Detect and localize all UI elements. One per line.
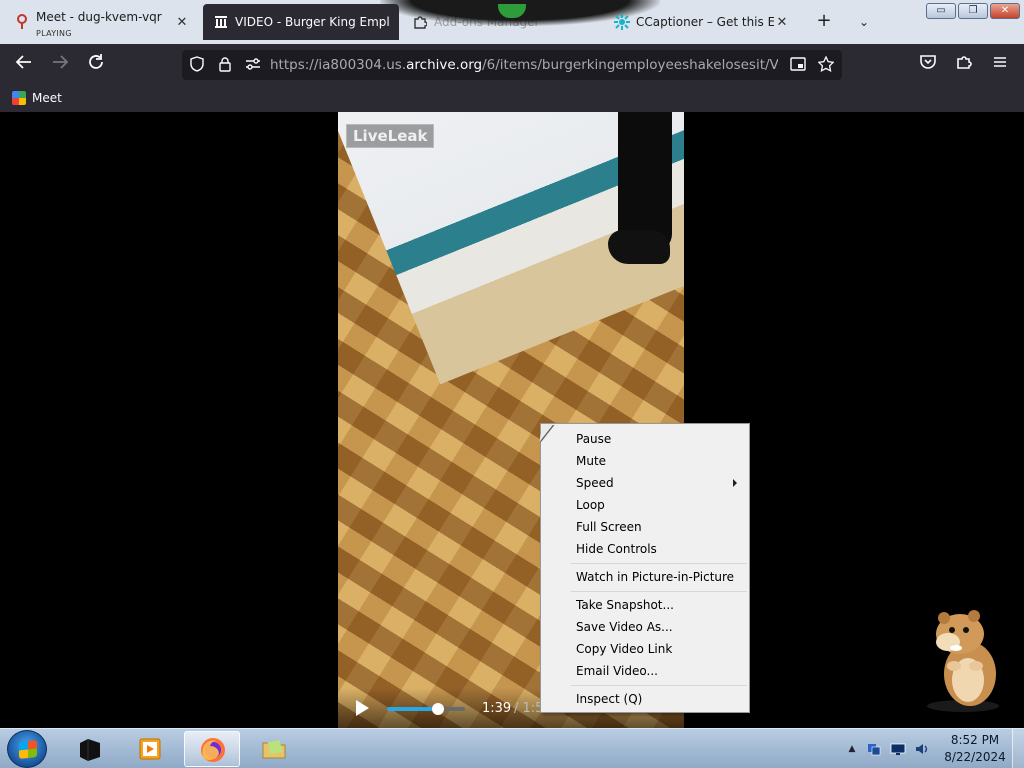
menu-separator: [571, 591, 747, 592]
tab-title: VIDEO - Burger King Emplo: [235, 15, 389, 29]
taskbar-file-explorer[interactable]: [246, 731, 302, 767]
extensions-button[interactable]: [952, 53, 976, 77]
forward-button[interactable]: [48, 53, 72, 77]
tab-ccaptioner[interactable]: CCaptioner – Get this Exten ✕: [604, 4, 800, 40]
taskbar-firefox[interactable]: [184, 731, 240, 767]
video-current-time: 1:39: [482, 701, 512, 716]
desktop: Meet - dug-kvem-vqr ✕ PLAYING VIDEO - Bu…: [0, 0, 1024, 768]
menu-item-copy-video-link[interactable]: Copy Video Link: [543, 638, 747, 660]
tab-playing-label: PLAYING: [36, 29, 72, 38]
arrow-left-icon: [15, 55, 31, 69]
display-icon[interactable]: [890, 741, 906, 757]
clock-time: 8:52 PM: [950, 733, 1000, 747]
tab-title: Meet - dug-kvem-vqr: [36, 10, 162, 24]
volume-icon[interactable]: [914, 741, 930, 757]
video-scrubber[interactable]: [387, 703, 465, 715]
menu-item-hide-controls[interactable]: Hide Controls: [543, 538, 747, 560]
windows-logo-icon: [19, 740, 37, 759]
page-content: LiveLeak 1:39 / 1:5: [0, 112, 1024, 728]
tab-strip: Meet - dug-kvem-vqr ✕ PLAYING VIDEO - Bu…: [0, 0, 1024, 44]
menu-item-mute[interactable]: Mute: [543, 450, 747, 472]
tab-video[interactable]: VIDEO - Burger King Emplo: [203, 4, 399, 40]
video-watermark: LiveLeak: [346, 124, 435, 148]
hamster-desktop-pet[interactable]: [918, 604, 1008, 714]
bookmarks-toolbar: Meet: [0, 86, 1024, 112]
menu-item-pause[interactable]: Pause: [543, 428, 747, 450]
close-tab-icon[interactable]: ✕: [174, 15, 190, 30]
bookmark-meet[interactable]: Meet: [12, 91, 62, 105]
pocket-icon: [920, 55, 936, 69]
archive-icon: [213, 14, 229, 30]
ccaptioner-icon: [614, 14, 630, 30]
menu-item-save-video-as[interactable]: Save Video As...: [543, 616, 747, 638]
bookmark-label: Meet: [32, 91, 62, 105]
taskbar-terminal[interactable]: [62, 731, 118, 767]
video-progress-fill: [387, 707, 439, 711]
puzzle-icon: [412, 14, 428, 30]
menu-button[interactable]: [988, 53, 1012, 77]
start-button[interactable]: [7, 730, 47, 768]
menu-item-take-snapshot[interactable]: Take Snapshot...: [543, 594, 747, 616]
media-player-icon: [139, 738, 161, 760]
tab-meet[interactable]: Meet - dug-kvem-vqr ✕ PLAYING: [4, 4, 200, 40]
menu-item-email-video[interactable]: Email Video...: [543, 660, 747, 682]
url-bar[interactable]: https://ia800304.us.archive.org/6/items/…: [182, 50, 842, 80]
lock-icon[interactable]: [216, 56, 234, 74]
folder-icon: [262, 739, 286, 759]
show-hidden-icons-icon[interactable]: ▲: [844, 741, 860, 757]
menu-separator: [571, 563, 747, 564]
meet-icon: [12, 91, 26, 105]
tab-title: Add-ons Manager: [434, 15, 540, 29]
meet-audio-icon: [14, 14, 30, 30]
video-frame-shoe: [608, 230, 670, 264]
pocket-button[interactable]: [916, 53, 940, 77]
video-scrubber-thumb[interactable]: [432, 703, 445, 715]
hamburger-menu-icon: [994, 57, 1006, 67]
reload-icon: [89, 54, 103, 69]
new-tab-button[interactable]: +: [812, 10, 836, 34]
close-window-button[interactable]: ✕: [990, 3, 1020, 19]
menu-item-inspect[interactable]: Inspect (Q): [543, 688, 747, 710]
submenu-arrow-icon: [733, 479, 737, 487]
back-button[interactable]: [12, 53, 36, 77]
reload-button[interactable]: [84, 53, 108, 77]
terminal-icon: [80, 739, 100, 761]
menu-separator: [571, 685, 747, 686]
taskbar-media-player[interactable]: [122, 731, 178, 767]
navigation-toolbar: https://ia800304.us.archive.org/6/items/…: [0, 44, 1024, 86]
puzzle-icon: [957, 56, 972, 69]
tab-title: CCaptioner – Get this Exten: [636, 15, 774, 29]
hamster-icon: [927, 610, 999, 712]
picture-in-picture-icon[interactable]: [789, 56, 807, 74]
tab-addons[interactable]: Add-ons Manager: [402, 4, 598, 40]
list-all-tabs-button[interactable]: ⌄: [852, 10, 876, 34]
system-clock[interactable]: 8:52 PM 8/22/2024: [940, 732, 1010, 766]
menu-item-speed[interactable]: Speed: [543, 472, 747, 494]
menu-item-full-screen[interactable]: Full Screen: [543, 516, 747, 538]
minimize-button[interactable]: ▭: [926, 3, 956, 19]
menu-item-loop[interactable]: Loop: [543, 494, 747, 516]
video-context-menu: Pause Mute Speed Loop Full Screen Hide C…: [540, 423, 750, 713]
url-text[interactable]: https://ia800304.us.archive.org/6/items/…: [270, 57, 778, 75]
permissions-icon[interactable]: [244, 56, 262, 74]
maximize-button[interactable]: ❐: [958, 3, 988, 19]
firefox-icon: [201, 738, 225, 762]
tracking-shield-icon[interactable]: [188, 56, 206, 74]
close-tab-icon[interactable]: ✕: [774, 15, 790, 30]
network-icon[interactable]: [866, 741, 882, 757]
show-desktop-button[interactable]: [1012, 729, 1024, 768]
taskbar: ▲ 8:52 PM 8/22/2024: [0, 728, 1024, 768]
clock-date: 8/22/2024: [944, 750, 1006, 764]
play-icon[interactable]: [356, 700, 369, 716]
menu-item-picture-in-picture[interactable]: Watch in Picture-in-Picture: [543, 566, 747, 588]
bookmark-star-icon[interactable]: [817, 55, 835, 74]
arrow-right-icon: [53, 55, 69, 69]
